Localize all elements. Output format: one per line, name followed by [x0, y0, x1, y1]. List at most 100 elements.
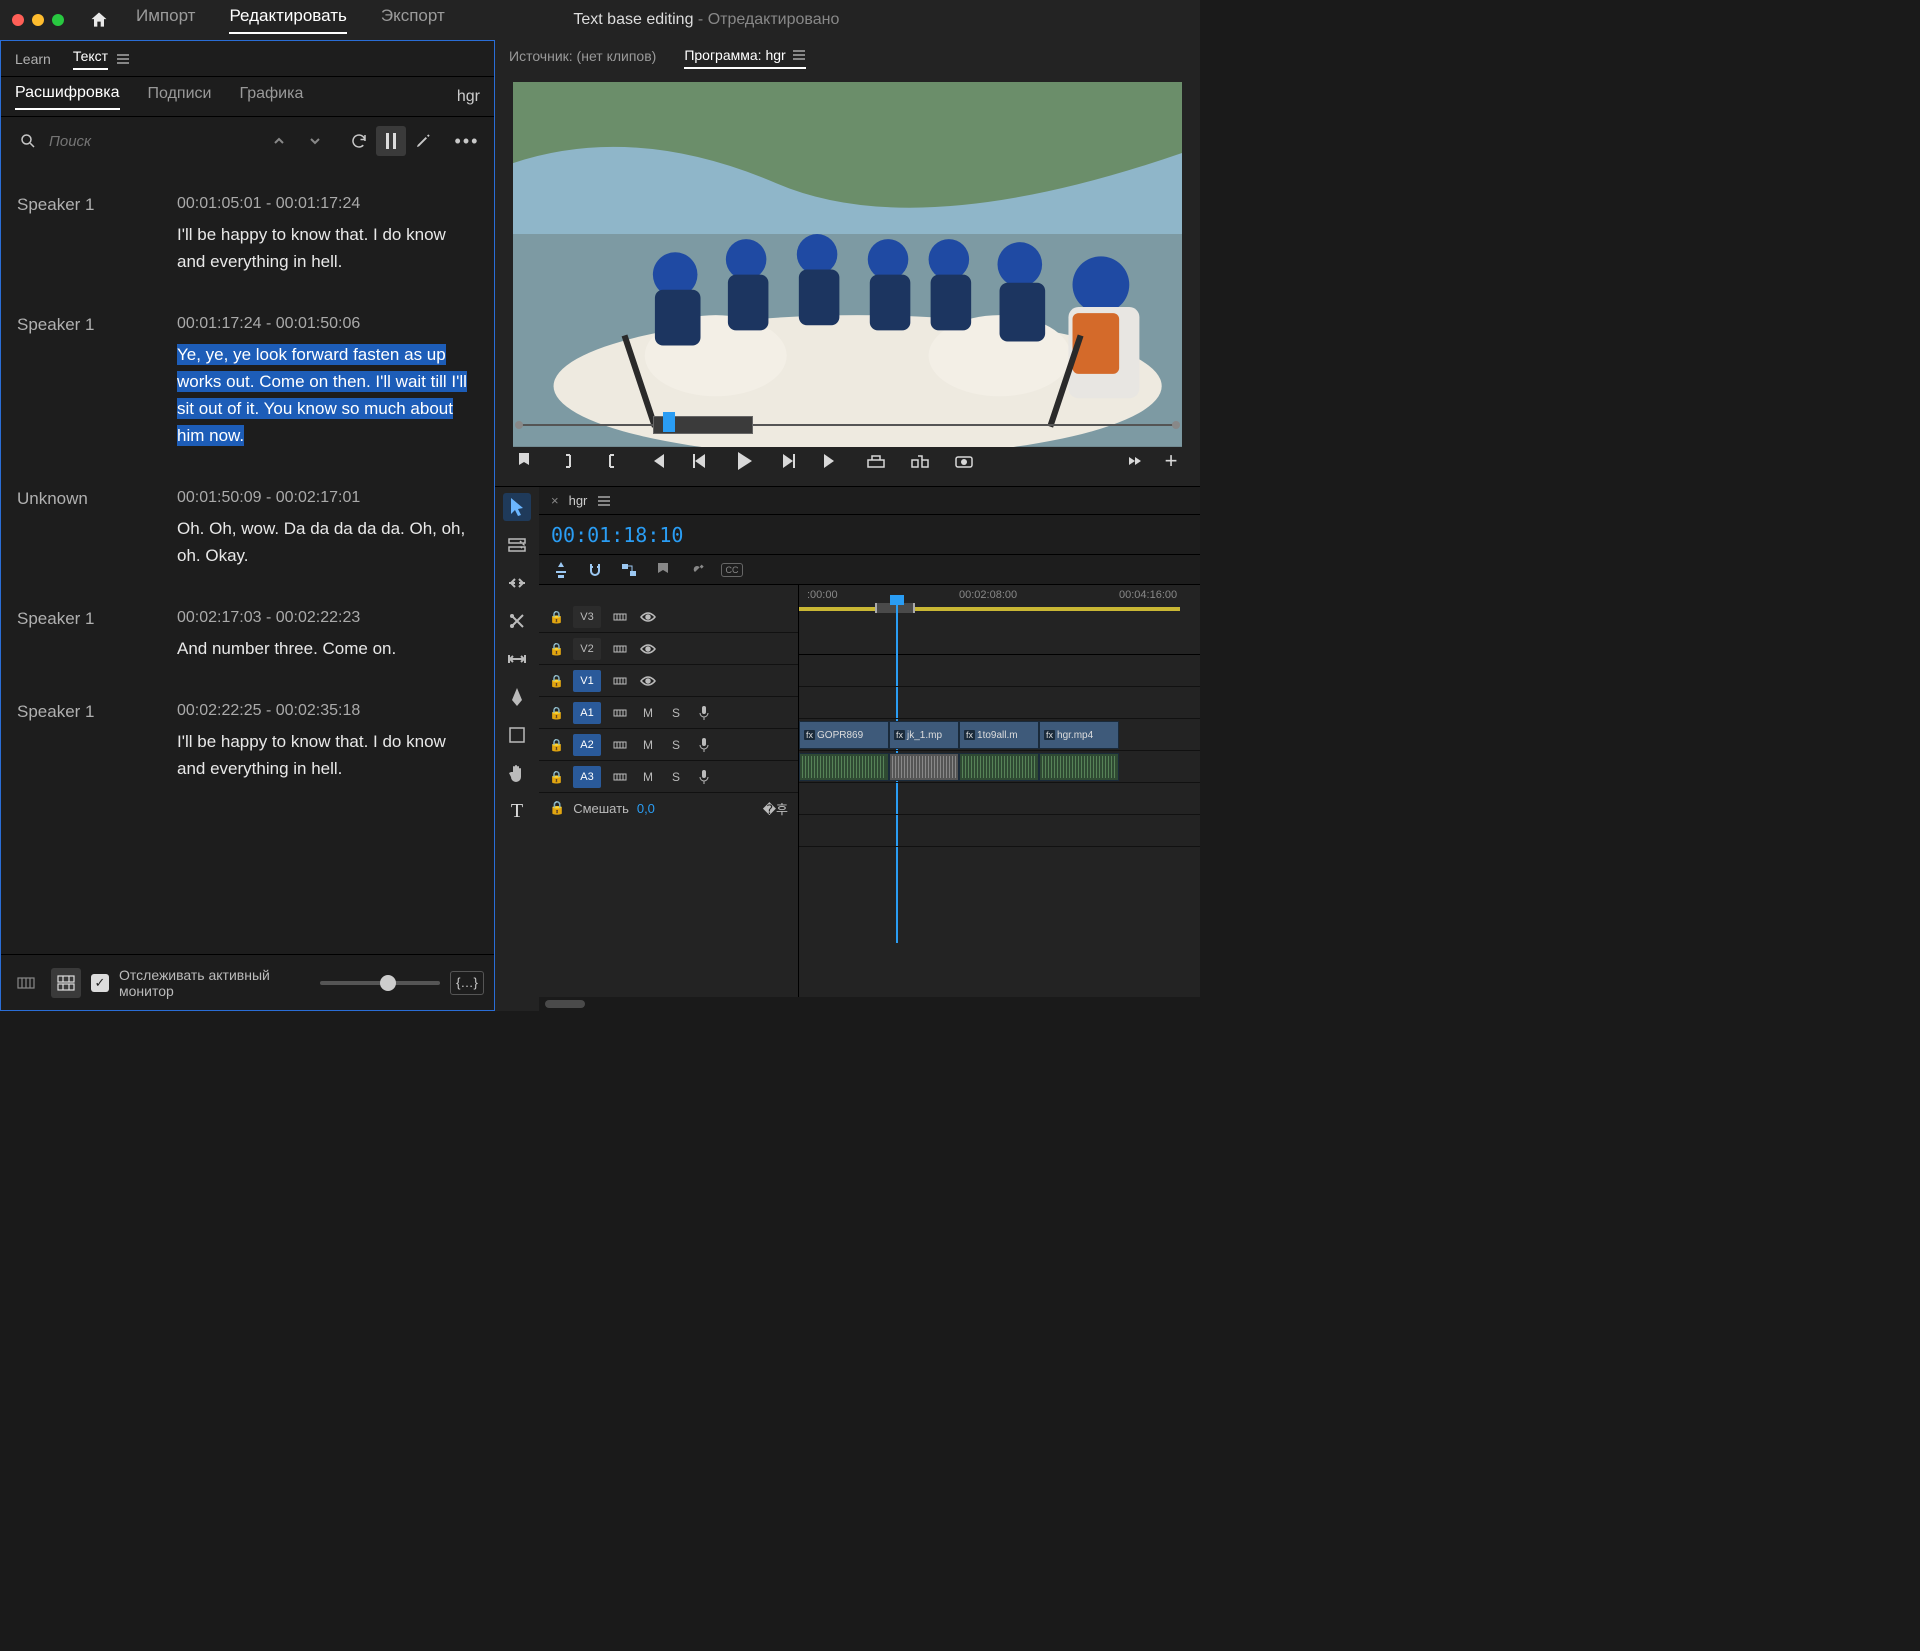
sync-lock-icon[interactable]: [611, 739, 629, 751]
slip-tool-icon[interactable]: [503, 645, 531, 673]
sequence-tab[interactable]: hgr: [569, 493, 588, 508]
play-icon[interactable]: [733, 450, 755, 472]
segment-text-selected[interactable]: Ye, ye, ye look forward fasten as up wor…: [177, 344, 467, 446]
magnet-icon[interactable]: [585, 560, 605, 580]
lock-icon[interactable]: 🔒: [549, 770, 563, 784]
lock-icon[interactable]: 🔒: [549, 674, 563, 688]
hscroll-thumb[interactable]: [545, 1000, 585, 1008]
timeline-track-area[interactable]: :00:00 00:02:08:00 00:04:16:00 fxGOPR869…: [799, 585, 1200, 997]
pen-tool-icon[interactable]: [503, 683, 531, 711]
tab-learn[interactable]: Learn: [15, 51, 51, 67]
prev-result-icon[interactable]: [264, 126, 294, 156]
footer-more-button[interactable]: {…}: [450, 971, 484, 995]
video-clip[interactable]: fxhgr.mp4: [1039, 721, 1119, 749]
audio-clip[interactable]: [959, 753, 1039, 781]
solo-label[interactable]: S: [667, 738, 685, 752]
track-lane-v3[interactable]: [799, 655, 1200, 687]
mark-out-icon[interactable]: [601, 450, 623, 472]
video-clip[interactable]: fx1to9all.m: [959, 721, 1039, 749]
subtab-captions[interactable]: Подписи: [148, 85, 212, 109]
mute-label[interactable]: M: [639, 770, 657, 784]
track-header-a1[interactable]: 🔒 A1 M S: [539, 697, 798, 729]
minimize-window[interactable]: [32, 14, 44, 26]
mix-row[interactable]: 🔒 Смешать 0,0 �후: [539, 793, 798, 823]
timeline-ruler[interactable]: :00:00 00:02:08:00 00:04:16:00: [799, 585, 1200, 655]
mute-label[interactable]: M: [639, 738, 657, 752]
cc-opt-icon[interactable]: CC: [721, 563, 743, 577]
track-monitor-checkbox[interactable]: ✓: [91, 974, 109, 992]
lock-icon[interactable]: 🔒: [549, 738, 563, 752]
edit-pencil-icon[interactable]: [408, 126, 438, 156]
track-header-v3[interactable]: 🔒 V3: [539, 601, 798, 633]
lock-icon[interactable]: 🔒: [549, 706, 563, 720]
scrub-start-handle[interactable]: [515, 421, 523, 429]
track-lane-a3[interactable]: [799, 815, 1200, 847]
panel-menu-icon[interactable]: [792, 48, 806, 62]
track-lane-a1[interactable]: [799, 751, 1200, 783]
mic-icon[interactable]: [695, 770, 713, 784]
timeline-hscroll[interactable]: [539, 997, 1200, 1011]
sync-lock-icon[interactable]: [611, 675, 629, 687]
segment-text[interactable]: Oh. Oh, wow. Da da da da da. Oh, oh, oh.…: [177, 515, 478, 569]
video-clip[interactable]: fxGOPR869: [799, 721, 889, 749]
tab-export[interactable]: Экспорт: [381, 6, 445, 34]
track-header-v2[interactable]: 🔒 V2: [539, 633, 798, 665]
video-preview[interactable]: [513, 82, 1182, 372]
hand-tool-icon[interactable]: [503, 759, 531, 787]
panel-menu-icon[interactable]: [597, 494, 611, 508]
solo-label[interactable]: S: [667, 706, 685, 720]
track-lane-a2[interactable]: [799, 783, 1200, 815]
sync-lock-icon[interactable]: [611, 707, 629, 719]
next-result-icon[interactable]: [300, 126, 330, 156]
segment-text[interactable]: I'll be happy to know that. I do know an…: [177, 221, 478, 275]
track-header-a3[interactable]: 🔒 A3 M S: [539, 761, 798, 793]
tab-source[interactable]: Источник: (нет клипов): [509, 48, 656, 68]
refresh-transcript-icon[interactable]: [344, 126, 374, 156]
view-mode-b-icon[interactable]: [51, 968, 81, 998]
search-icon[interactable]: [13, 126, 43, 156]
mic-icon[interactable]: [695, 738, 713, 752]
mark-in-icon[interactable]: [557, 450, 579, 472]
sync-lock-icon[interactable]: [611, 643, 629, 655]
step-back-icon[interactable]: [689, 450, 711, 472]
maximize-window[interactable]: [52, 14, 64, 26]
rectangle-tool-icon[interactable]: [503, 721, 531, 749]
track-label[interactable]: V3: [573, 606, 601, 628]
track-lane-v2[interactable]: [799, 687, 1200, 719]
monitor-scrubber[interactable]: [513, 410, 1182, 440]
subtab-transcript[interactable]: Расшифровка: [15, 84, 120, 110]
audio-clip[interactable]: [889, 753, 959, 781]
segment-text[interactable]: I'll be happy to know that. I do know an…: [177, 728, 478, 782]
ripple-tool-icon[interactable]: [503, 569, 531, 597]
snap-icon[interactable]: [551, 560, 571, 580]
zoom-slider[interactable]: [320, 981, 440, 985]
pause-toggle-icon[interactable]: [376, 126, 406, 156]
track-label[interactable]: V1: [573, 670, 601, 692]
audio-clip[interactable]: [799, 753, 889, 781]
track-label[interactable]: A3: [573, 766, 601, 788]
scrub-playhead[interactable]: [663, 412, 675, 432]
eye-icon[interactable]: [639, 644, 657, 654]
add-marker-icon[interactable]: [513, 450, 535, 472]
mix-value[interactable]: 0,0: [637, 801, 655, 816]
tab-import[interactable]: Импорт: [136, 6, 195, 34]
track-lane-v1[interactable]: fxGOPR869 fxjk_1.mp fx1to9all.m fxhgr.mp…: [799, 719, 1200, 751]
extract-icon[interactable]: [909, 450, 931, 472]
eye-icon[interactable]: [639, 676, 657, 686]
track-header-a2[interactable]: 🔒 A2 M S: [539, 729, 798, 761]
marker-opt-icon[interactable]: [653, 560, 673, 580]
linked-selection-icon[interactable]: [619, 560, 639, 580]
subtab-graphics[interactable]: Графика: [239, 85, 303, 109]
lock-icon[interactable]: 🔒: [549, 642, 563, 656]
home-button[interactable]: [86, 7, 112, 33]
transcript-segment[interactable]: Speaker 1 00:01:17:24 - 00:01:50:06 Ye, …: [1, 295, 494, 469]
timeline-timecode[interactable]: 00:01:18:10: [551, 523, 683, 547]
sequence-close-icon[interactable]: ×: [551, 493, 559, 508]
sync-lock-icon[interactable]: [611, 611, 629, 623]
track-label[interactable]: V2: [573, 638, 601, 660]
lock-icon[interactable]: 🔒: [549, 800, 565, 816]
search-input[interactable]: [49, 133, 250, 150]
mic-icon[interactable]: [695, 706, 713, 720]
view-mode-a-icon[interactable]: [11, 968, 41, 998]
scrub-end-handle[interactable]: [1172, 421, 1180, 429]
